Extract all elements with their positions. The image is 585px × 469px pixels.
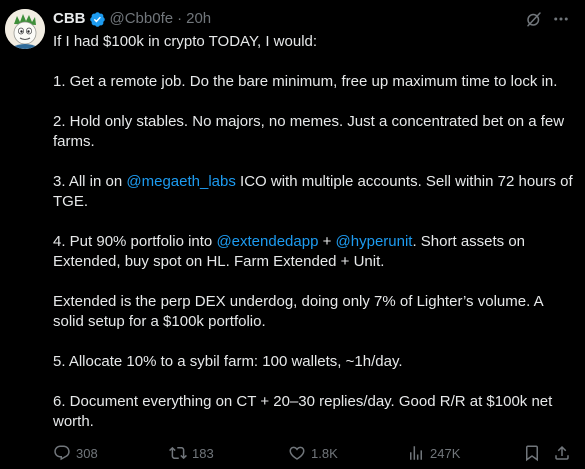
tweet-point-3: 3. All in on @megaeth_labs ICO with mult…	[53, 172, 575, 212]
author-name[interactable]: CBB	[53, 9, 86, 29]
tweet-point-6: 6. Document everything on CT + 20–30 rep…	[53, 393, 553, 430]
grok-icon	[527, 12, 541, 27]
reply-icon	[54, 445, 70, 461]
more-button[interactable]	[551, 9, 571, 29]
bookmark-button[interactable]	[523, 443, 541, 463]
share-icon	[555, 445, 569, 460]
tweet-intro: If I had $100k in crypto TODAY, I would:	[53, 33, 318, 50]
separator-dot: ·	[177, 10, 183, 27]
grok-button[interactable]	[524, 9, 544, 29]
mention-extendedapp[interactable]: @extendedapp	[216, 233, 318, 250]
tweet-point-1: 1. Get a remote job. Do the bare minimum…	[53, 73, 558, 90]
avatar[interactable]	[5, 9, 45, 49]
timestamp[interactable]: 20h	[186, 9, 211, 29]
tweet-point-5: 5. Allocate 10% to a sybil farm: 100 wal…	[53, 353, 403, 370]
repost-icon	[169, 446, 187, 460]
author-handle[interactable]: @Cbb0fe	[110, 9, 174, 29]
view-count: 247K	[430, 445, 461, 461]
like-button[interactable]: 1.8K	[288, 443, 338, 463]
action-bar: 308 183 1.8K 247K	[53, 443, 575, 463]
reply-count: 308	[76, 445, 98, 461]
repost-button[interactable]: 183	[169, 443, 214, 463]
tweet-point-4-plus: +	[318, 233, 336, 250]
tweet-text: If I had $100k in crypto TODAY, I would:…	[53, 32, 575, 452]
verified-badge-icon[interactable]	[89, 11, 106, 28]
tweet-point-4-text-a: 4. Put 90% portfolio into	[53, 233, 217, 250]
mention-megaeth-labs[interactable]: @megaeth_labs	[126, 173, 235, 190]
bookmark-icon	[526, 445, 538, 462]
tweet-point-2: 2. Hold only stables. No majors, no meme…	[53, 113, 565, 150]
tweet-point-4: 4. Put 90% portfolio into @extendedapp +…	[53, 232, 575, 272]
tweet-extended-note: Extended is the perp DEX underdog, doing…	[53, 293, 543, 330]
views-button[interactable]: 247K	[407, 443, 460, 463]
heart-icon	[289, 446, 305, 460]
repost-count: 183	[192, 445, 214, 461]
like-count: 1.8K	[311, 445, 338, 461]
cartoon-character-avatar-icon	[5, 9, 45, 49]
more-horizontal-icon	[554, 17, 568, 21]
tweet-header: CBB @Cbb0fe · 20h	[53, 9, 211, 29]
mention-hyperunit[interactable]: @hyperunit	[336, 233, 413, 250]
reply-button[interactable]: 308	[53, 443, 98, 463]
views-chart-icon	[410, 446, 422, 460]
share-button[interactable]	[553, 443, 571, 463]
tweet-point-3-text-a: 3. All in on	[53, 173, 127, 190]
